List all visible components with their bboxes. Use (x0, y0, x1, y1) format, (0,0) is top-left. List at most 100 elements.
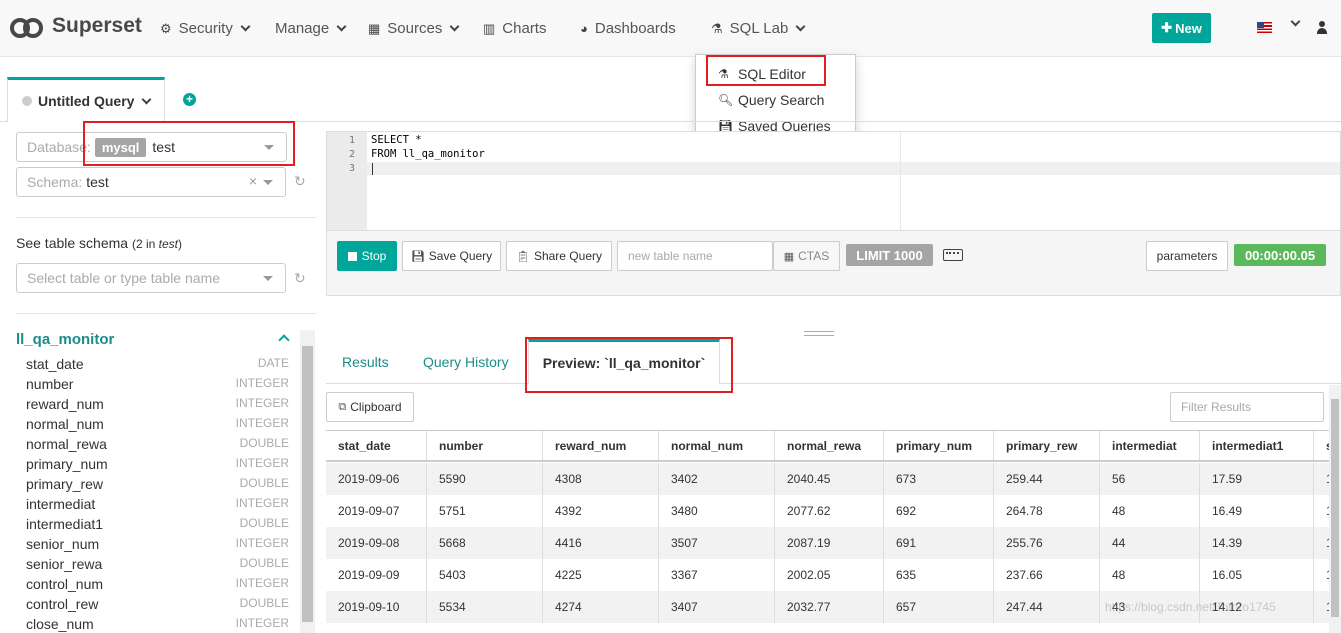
sql-lab-dropdown-menu: ⚗ SQL Editor 🔍︎ Query Search 💾︎ Saved Qu… (695, 54, 856, 143)
column-row: control_num INTEGER (0, 574, 300, 594)
column-name: primary_num (26, 456, 108, 472)
column-header[interactable]: number (427, 431, 543, 460)
database-select[interactable]: Database: mysql test (16, 132, 287, 162)
nav-sources-label: Sources (387, 20, 443, 37)
stop-button[interactable]: Stop (337, 241, 397, 271)
table-cell: 5403 (427, 559, 543, 591)
column-header[interactable]: s (1314, 431, 1329, 460)
resize-grip[interactable] (804, 331, 834, 332)
tab-preview[interactable]: Preview: `ll_qa_monitor` (528, 339, 720, 384)
refresh-icon[interactable]: ↻ (294, 271, 308, 285)
nav-dashboards-label: Dashboards (594, 20, 676, 37)
table-count-close: ) (178, 237, 182, 251)
new-button[interactable]: ✚ New (1152, 13, 1211, 43)
table-cell: 2019-09-07 (326, 495, 427, 527)
table-cell: 3367 (659, 559, 775, 591)
table-cell: 5668 (427, 527, 543, 559)
tab-untitled-query[interactable]: Untitled Query (7, 77, 165, 122)
new-button-label: New (1175, 20, 1202, 36)
keyboard-icon[interactable] (943, 249, 963, 261)
table-schema-title[interactable]: ll_qa_monitor (16, 331, 114, 348)
save-query-button[interactable]: 💾︎ Save Query (402, 241, 501, 271)
table-cell: 48 (1100, 559, 1200, 591)
table-count: (2 in (131, 237, 156, 251)
share-query-button[interactable]: 📋︎ Share Query (506, 241, 612, 271)
brand[interactable]: Superset (10, 14, 142, 38)
line-number: 2 (348, 149, 355, 160)
column-header[interactable]: primary_rew (994, 431, 1100, 460)
divider (16, 217, 316, 218)
menu-item-query-search[interactable]: 🔍︎ Query Search (696, 87, 855, 113)
resize-grip[interactable] (804, 335, 834, 336)
table-cell: 4274 (543, 591, 659, 623)
column-type: DOUBLE (239, 436, 289, 450)
column-name: normal_rewa (26, 436, 107, 452)
column-row: primary_rew DOUBLE (0, 474, 300, 494)
add-tab-plus-icon[interactable]: + (183, 93, 196, 106)
new-table-name-input[interactable]: new table name (617, 241, 773, 271)
column-name: normal_num (26, 416, 104, 432)
see-schema-text: See table schema (16, 235, 129, 251)
column-header[interactable]: stat_date (326, 431, 427, 460)
dropdown-arrow-icon (263, 180, 273, 185)
table-cell: 3407 (659, 591, 775, 623)
nav-security[interactable]: ⚙ Security (160, 20, 251, 37)
top-navbar: Superset ⚙ Security Manage ▦ Sources ▥ C… (0, 0, 1341, 57)
clipboard-button[interactable]: ⧉ Clipboard (326, 392, 414, 422)
refresh-icon[interactable]: ↻ (294, 174, 308, 188)
query-timer: 00:00:00.05 (1234, 244, 1326, 266)
table-row: 2019-09-09 5403 4225 3367 2002.05 635 237.66 48… (326, 559, 1329, 591)
table-cell: 691 (884, 527, 994, 559)
results-scrollbar[interactable] (1329, 385, 1341, 633)
nav-dashboards[interactable]: ◕ Dashboards (580, 20, 676, 37)
table-cell: 16.05 (1200, 559, 1314, 591)
ctas-button[interactable]: ▦ CTAS (773, 241, 840, 271)
parameters-button[interactable]: parameters (1146, 241, 1228, 271)
nav-manage[interactable]: Manage (275, 20, 347, 37)
column-name: number (26, 376, 74, 392)
database-value: test (152, 139, 175, 155)
scrollbar-thumb[interactable] (302, 346, 313, 622)
nav-charts[interactable]: ▥ Charts (483, 20, 546, 37)
clear-icon[interactable]: × (249, 173, 257, 189)
column-row: reward_num INTEGER (0, 394, 300, 414)
chevron-up-icon[interactable] (278, 334, 290, 346)
us-flag-icon[interactable] (1257, 22, 1272, 33)
bar-chart-icon: ▥ (483, 20, 496, 36)
column-list: stat_date DATE number INTEGER reward_num INTE… (0, 354, 300, 633)
sql-editor[interactable]: 1 2 3 SELECT * FROM ll_qa_monitor (326, 131, 1341, 231)
table-cell: 2032.77 (775, 591, 884, 623)
schema-label: Schema: (27, 174, 83, 190)
table-select[interactable]: Select table or type table name (16, 263, 286, 293)
column-type: INTEGER (235, 396, 289, 410)
nav-sql-lab[interactable]: ⚗ SQL Lab (711, 20, 806, 37)
column-row: intermediat INTEGER (0, 494, 300, 514)
table-cell: 17.59 (1200, 463, 1314, 495)
left-scrollbar[interactable] (300, 330, 315, 633)
code-line: FROM ll_qa_monitor (371, 148, 485, 160)
tab-results[interactable]: Results (342, 354, 389, 370)
limit-dropdown[interactable]: LIMIT 1000 (846, 244, 933, 266)
column-header[interactable]: normal_rewa (775, 431, 884, 460)
nav-sources[interactable]: ▦ Sources (368, 20, 460, 37)
table-cell: 255.76 (994, 527, 1100, 559)
user-icon[interactable] (1316, 21, 1328, 35)
filter-results-input[interactable]: Filter Results (1170, 392, 1324, 422)
chevron-down-icon[interactable] (1290, 16, 1301, 27)
chevron-down-icon (336, 21, 347, 32)
superset-logo-icon (10, 15, 43, 38)
column-header[interactable]: normal_num (659, 431, 775, 460)
scrollbar-thumb[interactable] (1331, 399, 1339, 617)
column-name: intermediat1 (26, 516, 104, 532)
column-header[interactable]: primary_num (884, 431, 994, 460)
column-header[interactable]: reward_num (543, 431, 659, 460)
column-header[interactable]: intermediat (1100, 431, 1200, 460)
line-number: 1 (348, 135, 355, 146)
schema-select[interactable]: Schema: test × (16, 167, 286, 197)
tab-query-history[interactable]: Query History (423, 354, 509, 370)
column-row: close_num INTEGER (0, 614, 300, 633)
menu-item-sql-editor[interactable]: ⚗ SQL Editor (696, 61, 855, 87)
save-query-label: Save Query (428, 249, 493, 263)
query-status-dot-icon (22, 96, 32, 106)
column-header[interactable]: intermediat1 (1200, 431, 1314, 460)
